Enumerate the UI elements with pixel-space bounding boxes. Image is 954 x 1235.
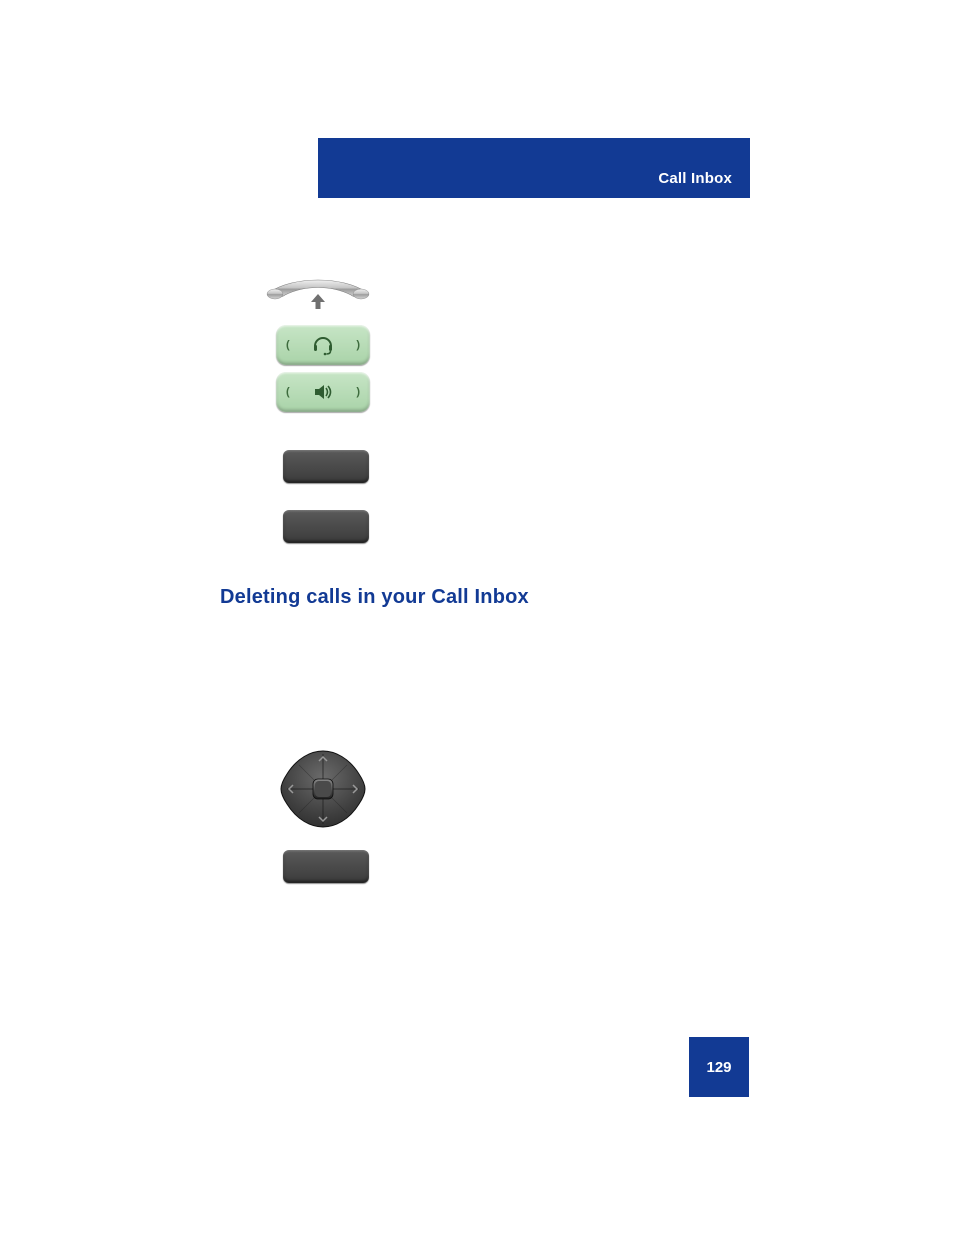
page-number-value: 129 <box>706 1059 731 1076</box>
handsfree-speaker-key: ( ) <box>276 372 370 412</box>
handset-icon <box>263 278 373 312</box>
headset-key: ( ) <box>276 325 370 365</box>
context-softkey <box>283 510 369 543</box>
key-cap-left: ( <box>286 339 290 351</box>
section-heading: Deleting calls in your Call Inbox <box>220 586 529 609</box>
navigation-key-cluster <box>277 748 369 830</box>
key-cap-right: ) <box>356 386 360 398</box>
headset-icon <box>311 333 335 357</box>
header-bar <box>318 138 750 198</box>
dpad-icon <box>277 748 369 830</box>
speaker-icon <box>311 380 335 404</box>
context-softkey <box>283 850 369 883</box>
header-title: Call Inbox <box>658 170 732 187</box>
page-number: 129 <box>689 1037 749 1097</box>
handset-svg-icon <box>263 278 373 312</box>
context-softkey <box>283 450 369 483</box>
key-cap-left: ( <box>286 386 290 398</box>
key-cap-right: ) <box>356 339 360 351</box>
document-page: Call Inbox ( <box>0 0 954 1235</box>
